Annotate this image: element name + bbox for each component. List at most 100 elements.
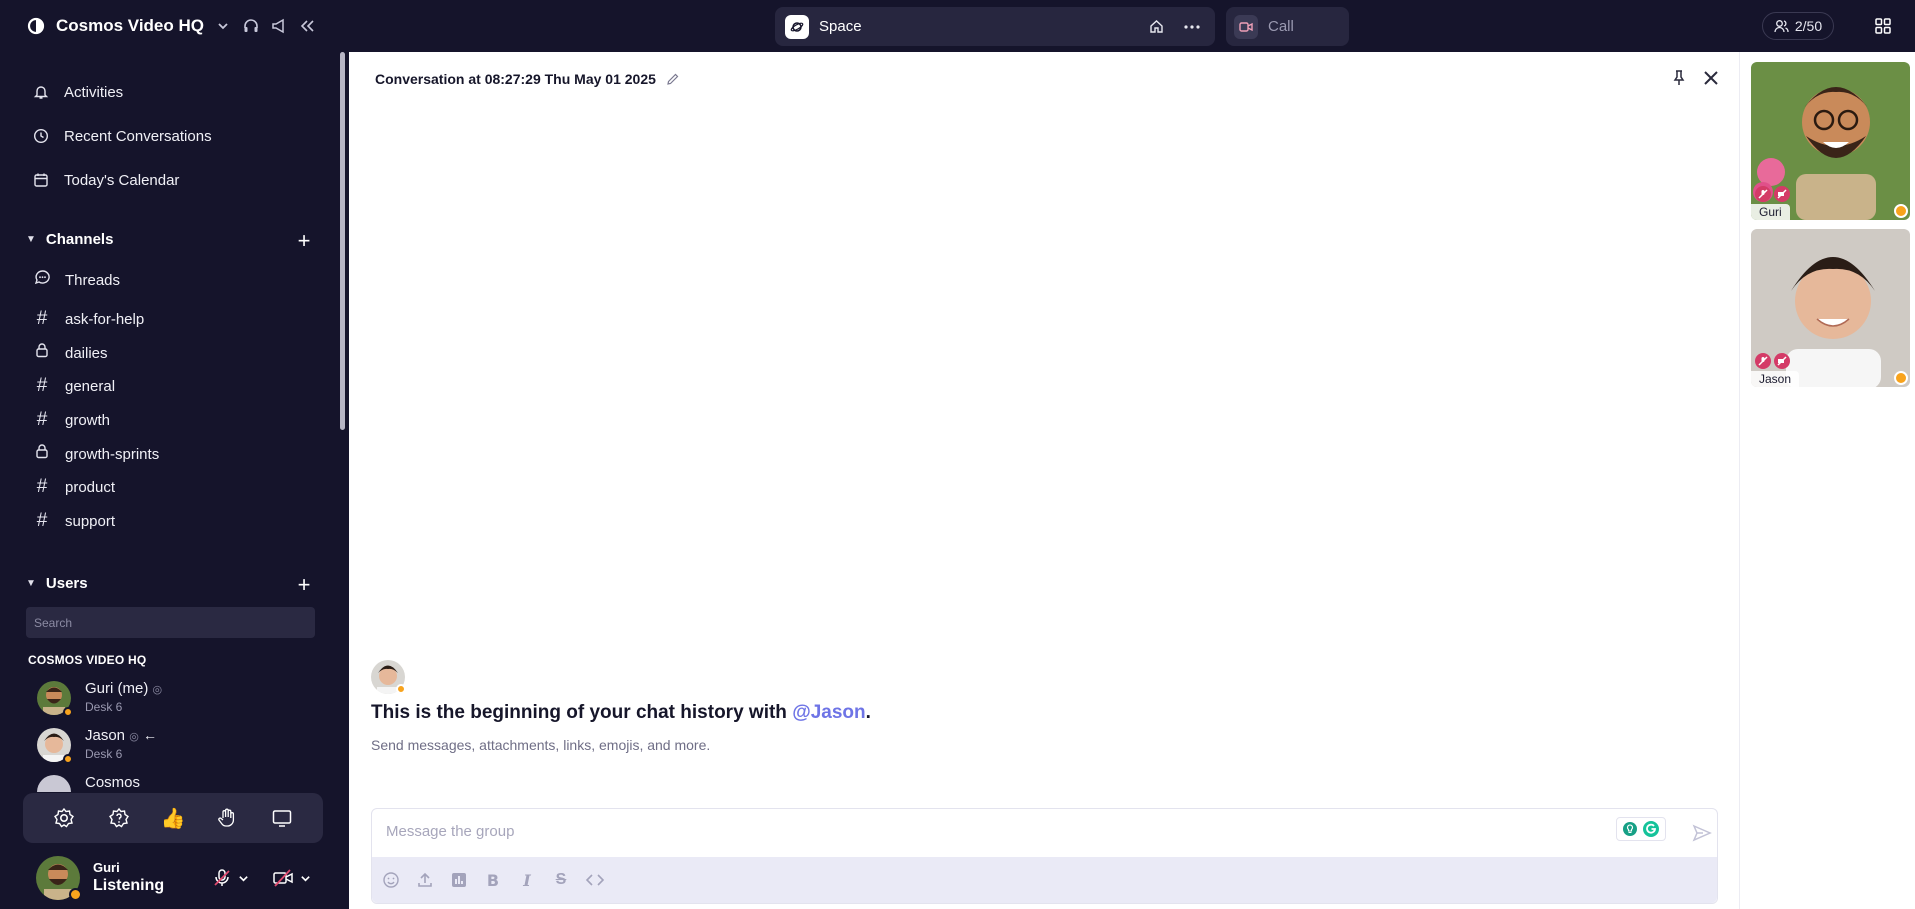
participant-count-button[interactable]: 2/50 [1762,12,1834,40]
poll-icon[interactable] [448,869,470,891]
collapse-sidebar-icon[interactable] [298,17,316,35]
current-user-name: Guri [93,860,120,875]
send-icon[interactable] [1692,823,1712,843]
user-name: Cosmos [85,774,141,791]
strikethrough-icon[interactable]: S [550,869,572,891]
message-composer[interactable]: Message the group B I S [371,808,1718,904]
status-ring-icon: ◎ [152,684,163,696]
sidebar-item-growth[interactable]: # growth [33,409,110,431]
lock-icon [33,342,51,364]
chevron-down-icon [239,875,248,882]
thumbs-up-icon[interactable]: 👍 [159,804,187,832]
sidebar-item-general[interactable]: # general [33,375,115,397]
settings-gear-icon[interactable] [50,804,78,832]
video-tile-guri[interactable]: Guri [1751,62,1910,220]
close-icon[interactable] [1700,67,1722,89]
workspace-title: Cosmos Video HQ [56,16,204,35]
video-camera-icon [1234,14,1258,39]
nav-recent-conversations[interactable]: Recent Conversations [32,124,212,148]
users-section-header[interactable]: ▼ Users [26,575,88,592]
user-row-cosmos[interactable]: Cosmos [37,772,297,792]
mic-muted-icon [1755,353,1771,369]
add-user-button[interactable]: + [291,572,317,598]
sidebar-item-dailies[interactable]: dailies [33,342,108,364]
help-icon[interactable] [105,804,133,832]
presence-dot [69,888,82,901]
home-icon[interactable] [1143,14,1169,40]
chat-history-subtitle: Send messages, attachments, links, emoji… [371,737,711,753]
user-row-jason[interactable]: Jason ◎ ← Desk 6 [37,725,297,765]
quick-actions-toolbar: 👍 [23,793,323,843]
user-mention[interactable]: @Jason [792,702,865,723]
grammarly-widget[interactable] [1616,817,1666,841]
emoji-icon[interactable] [380,869,402,891]
pin-icon[interactable] [1670,69,1688,87]
call-button[interactable]: Call [1226,7,1349,46]
sidebar-item-growth-sprints[interactable]: growth-sprints [33,443,159,465]
space-label: Space [819,18,862,35]
current-user-status: Listening [93,877,165,894]
screen-share-icon[interactable] [268,804,296,832]
user-desk: Desk 6 [85,747,123,761]
sidebar-scrollbar[interactable] [340,52,345,430]
channel-name: support [65,512,116,530]
grid-layout-icon[interactable] [1874,17,1892,35]
presence-dot [63,707,73,717]
video-tile-jason[interactable]: Jason [1751,229,1910,387]
channels-section-header[interactable]: ▼ Channels [26,231,113,248]
plus-icon: + [297,228,311,253]
calendar-icon [32,171,50,189]
user-row-guri[interactable]: Guri (me) ◎ Desk 6 [37,678,297,718]
org-name: COSMOS VIDEO HQ [28,653,147,667]
avatar [37,775,71,792]
more-icon[interactable] [1179,14,1205,40]
bell-icon [32,83,50,101]
sidebar-item-support[interactable]: # support [33,510,115,532]
pencil-icon[interactable] [666,72,680,86]
hash-icon: # [36,409,48,430]
nav-recent-conversations-label: Recent Conversations [64,127,212,145]
tile-status-badges [1755,353,1790,369]
add-channel-button[interactable]: + [291,228,317,254]
participant-count: 2/50 [1794,18,1823,34]
cosmos-logo-icon [27,17,45,35]
users-title: Users [45,575,88,592]
nav-todays-calendar-label: Today's Calendar [64,171,180,189]
raise-hand-icon[interactable] [213,804,241,832]
mic-toggle[interactable] [212,868,249,888]
threads-label: Threads [65,271,121,289]
lock-icon [33,443,51,465]
headphones-icon[interactable] [242,17,260,35]
message-input[interactable]: Message the group [386,823,514,840]
italic-icon[interactable]: I [516,869,538,891]
space-selector[interactable]: Space [775,7,1215,46]
nav-todays-calendar[interactable]: Today's Calendar [32,168,179,192]
caret-down-icon: ▼ [26,234,36,245]
user-name: Jason ◎ ← [85,727,157,744]
video-tiles-column: Guri Jason [1739,52,1915,909]
user-desk: Desk 6 [85,700,123,714]
megaphone-icon[interactable] [270,17,288,35]
sidebar-item-ask-for-help[interactable]: # ask-for-help [33,308,145,330]
chevron-down-icon[interactable] [214,17,232,35]
nav-activities[interactable]: Activities [32,80,123,104]
clock-icon [32,127,50,145]
code-icon[interactable] [584,869,606,891]
bold-icon[interactable]: B [482,869,504,891]
conversation-title: Conversation at 08:27:29 Thu May 01 2025 [375,71,656,87]
status-ring-icon: ◎ [129,731,139,743]
tile-name: Jason [1751,371,1800,387]
user-name: Guri (me) ◎ [85,680,163,697]
upload-icon[interactable] [414,869,436,891]
call-label: Call [1268,18,1294,35]
nav-activities-label: Activities [64,83,124,101]
sidebar-item-threads[interactable]: Threads [33,269,120,291]
workspace-header[interactable]: Cosmos Video HQ [26,14,316,38]
user-search-input[interactable]: Search [26,607,315,638]
camera-toggle[interactable] [272,868,311,888]
presence-dot [1894,204,1908,218]
tile-status-badges [1755,186,1790,202]
channel-name: ask-for-help [65,310,145,328]
sidebar-item-product[interactable]: # product [33,476,115,498]
channel-name: product [65,478,116,496]
